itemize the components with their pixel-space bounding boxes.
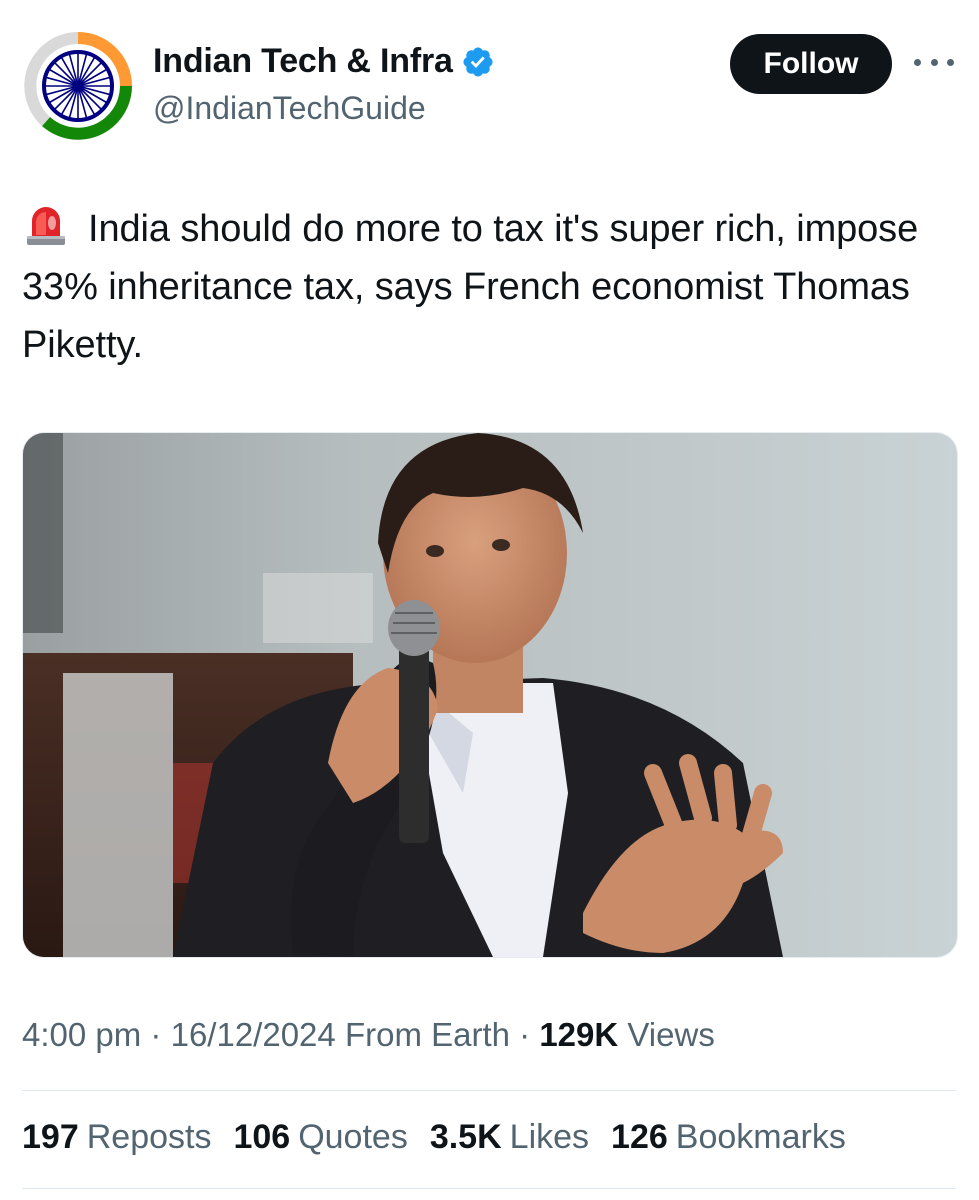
tweet-date[interactable]: 16/12/2024 [171, 1016, 336, 1053]
likes-label: Likes [509, 1118, 590, 1156]
more-dot [914, 58, 921, 66]
tweet-header: Indian Tech & Infra @IndianTechGuide Fol… [0, 0, 979, 160]
engagement-stats: 197 Reposts 106 Quotes 3.5K Likes 126 Bookma… [22, 1118, 846, 1157]
reposts-stat[interactable]: 197 Reposts [22, 1118, 211, 1157]
meta-separator: · [519, 1016, 531, 1053]
author-avatar[interactable] [22, 30, 134, 142]
quotes-count: 106 [233, 1118, 291, 1156]
author-name[interactable]: Indian Tech & Infra [153, 42, 453, 81]
photo-thomas-piketty-speaking [23, 433, 957, 957]
verified-badge-icon [463, 46, 493, 77]
indian-flag-ashoka-chakra-icon [22, 30, 134, 142]
more-dot [947, 58, 954, 66]
quotes-label: Quotes [298, 1118, 408, 1156]
tweet-time[interactable]: 4:00 pm [22, 1016, 141, 1053]
reposts-label: Reposts [86, 1118, 212, 1156]
tweet-source: From Earth [344, 1016, 510, 1053]
more-dot [930, 58, 938, 66]
quotes-stat[interactable]: 106 Quotes [233, 1118, 407, 1157]
tweet-meta: 4:00 pm · 16/12/2024 From Earth · 129K V… [22, 1016, 715, 1054]
bookmarks-label: Bookmarks [675, 1118, 846, 1156]
bookmarks-count: 126 [611, 1118, 668, 1156]
follow-button[interactable]: Follow [730, 34, 892, 94]
divider [22, 1090, 956, 1091]
views-label[interactable]: Views [627, 1016, 714, 1053]
tweet-photo[interactable] [22, 432, 958, 958]
author-name-row[interactable]: Indian Tech & Infra [153, 42, 495, 81]
bookmarks-stat[interactable]: 126 Bookmarks [611, 1118, 846, 1157]
tweet-body: India should do more to tax it's super r… [22, 208, 919, 366]
divider [22, 1188, 956, 1189]
more-options-icon[interactable] [914, 50, 954, 74]
likes-stat[interactable]: 3.5K Likes [430, 1118, 589, 1157]
meta-separator: · [150, 1016, 162, 1053]
tweet-text: India should do more to tax it's super r… [22, 200, 952, 374]
views-count[interactable]: 129K [539, 1016, 618, 1053]
likes-count: 3.5K [429, 1118, 502, 1156]
reposts-count: 197 [22, 1118, 79, 1156]
author-handle[interactable]: @IndianTechGuide [153, 90, 426, 127]
police-siren-icon [27, 207, 65, 245]
